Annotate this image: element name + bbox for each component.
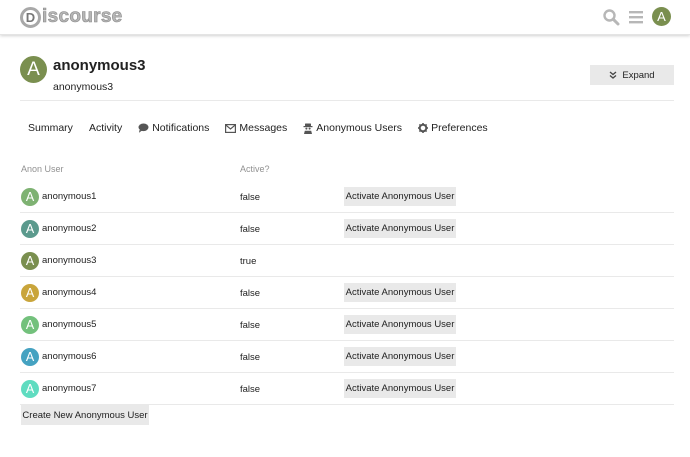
activate-anonymous-user-button[interactable]: Activate Anonymous User xyxy=(344,315,456,334)
user-name[interactable]: anonymous6 xyxy=(42,351,96,362)
table-row: Aanonymous4 false Activate Anonymous User xyxy=(20,277,674,309)
activate-anonymous-user-button[interactable]: Activate Anonymous User xyxy=(344,187,456,206)
active-status: false xyxy=(240,288,261,299)
double-chevron-down-icon xyxy=(609,71,617,79)
user-name[interactable]: anonymous5 xyxy=(42,319,96,330)
active-status: false xyxy=(240,224,261,235)
user-avatar[interactable]: A xyxy=(21,284,39,302)
profile-avatar: A xyxy=(20,56,47,83)
hamburger-menu-icon[interactable] xyxy=(627,8,645,26)
user-avatar[interactable]: A xyxy=(21,380,39,398)
activate-anonymous-user-button[interactable]: Activate Anonymous User xyxy=(344,347,456,366)
discourse-logo[interactable]: D iscourse xyxy=(20,5,123,29)
logo-bubble-icon: D xyxy=(20,6,41,28)
table-row: Aanonymous5 false Activate Anonymous User xyxy=(20,309,674,341)
user-avatar[interactable]: A xyxy=(21,220,39,238)
profile-subname: anonymous3 xyxy=(53,81,114,93)
table-row: Aanonymous3 true xyxy=(20,245,674,277)
user-avatar[interactable]: A xyxy=(21,348,39,366)
tab-activity[interactable]: Activity xyxy=(81,115,130,141)
gear-icon xyxy=(418,123,429,133)
user-nav: Summary Activity Notifications Messages … xyxy=(20,115,496,141)
table-row: Aanonymous6 false Activate Anonymous User xyxy=(20,341,674,373)
user-name[interactable]: anonymous4 xyxy=(42,287,96,298)
column-header-active: Active? xyxy=(240,164,270,174)
active-status: false xyxy=(240,352,261,363)
envelope-icon xyxy=(225,123,237,133)
user-avatar[interactable]: A xyxy=(21,188,39,206)
activate-anonymous-user-button[interactable]: Activate Anonymous User xyxy=(344,219,456,238)
tab-summary[interactable]: Summary xyxy=(20,115,81,141)
active-status: false xyxy=(240,320,261,331)
user-name[interactable]: anonymous2 xyxy=(42,223,96,234)
active-status: false xyxy=(240,384,261,395)
activate-anonymous-user-button[interactable]: Activate Anonymous User xyxy=(344,283,456,302)
active-status: true xyxy=(240,256,257,267)
table-row: Aanonymous1 false Activate Anonymous User xyxy=(20,181,674,213)
active-status: false xyxy=(240,192,261,203)
user-name[interactable]: anonymous7 xyxy=(42,383,96,394)
tab-messages[interactable]: Messages xyxy=(217,115,295,141)
user-avatar[interactable]: A xyxy=(21,252,39,270)
tab-preferences[interactable]: Preferences xyxy=(410,115,496,141)
table-row: Aanonymous7 false Activate Anonymous User xyxy=(20,373,674,405)
profile-username: anonymous3 xyxy=(53,57,146,74)
profile-divider xyxy=(20,100,674,101)
user-name[interactable]: anonymous1 xyxy=(42,191,96,202)
tab-anonymous-users[interactable]: Anonymous Users xyxy=(295,115,410,141)
site-header: D iscourse A xyxy=(0,0,690,35)
user-name[interactable]: anonymous3 xyxy=(42,255,96,266)
comment-icon xyxy=(138,123,149,133)
user-avatar[interactable]: A xyxy=(21,316,39,334)
column-header-anon-user: Anon User xyxy=(21,164,64,174)
user-secret-icon xyxy=(303,123,313,134)
search-icon[interactable] xyxy=(602,8,620,26)
activate-anonymous-user-button[interactable]: Activate Anonymous User xyxy=(344,379,456,398)
current-user-avatar[interactable]: A xyxy=(652,7,671,26)
expand-button[interactable]: Expand xyxy=(590,65,674,85)
expand-label: Expand xyxy=(622,69,655,81)
logo-text: iscourse xyxy=(42,6,123,28)
table-row: Aanonymous2 false Activate Anonymous User xyxy=(20,213,674,245)
create-new-anonymous-user-button[interactable]: Create New Anonymous User xyxy=(21,405,149,425)
tab-notifications[interactable]: Notifications xyxy=(130,115,217,141)
